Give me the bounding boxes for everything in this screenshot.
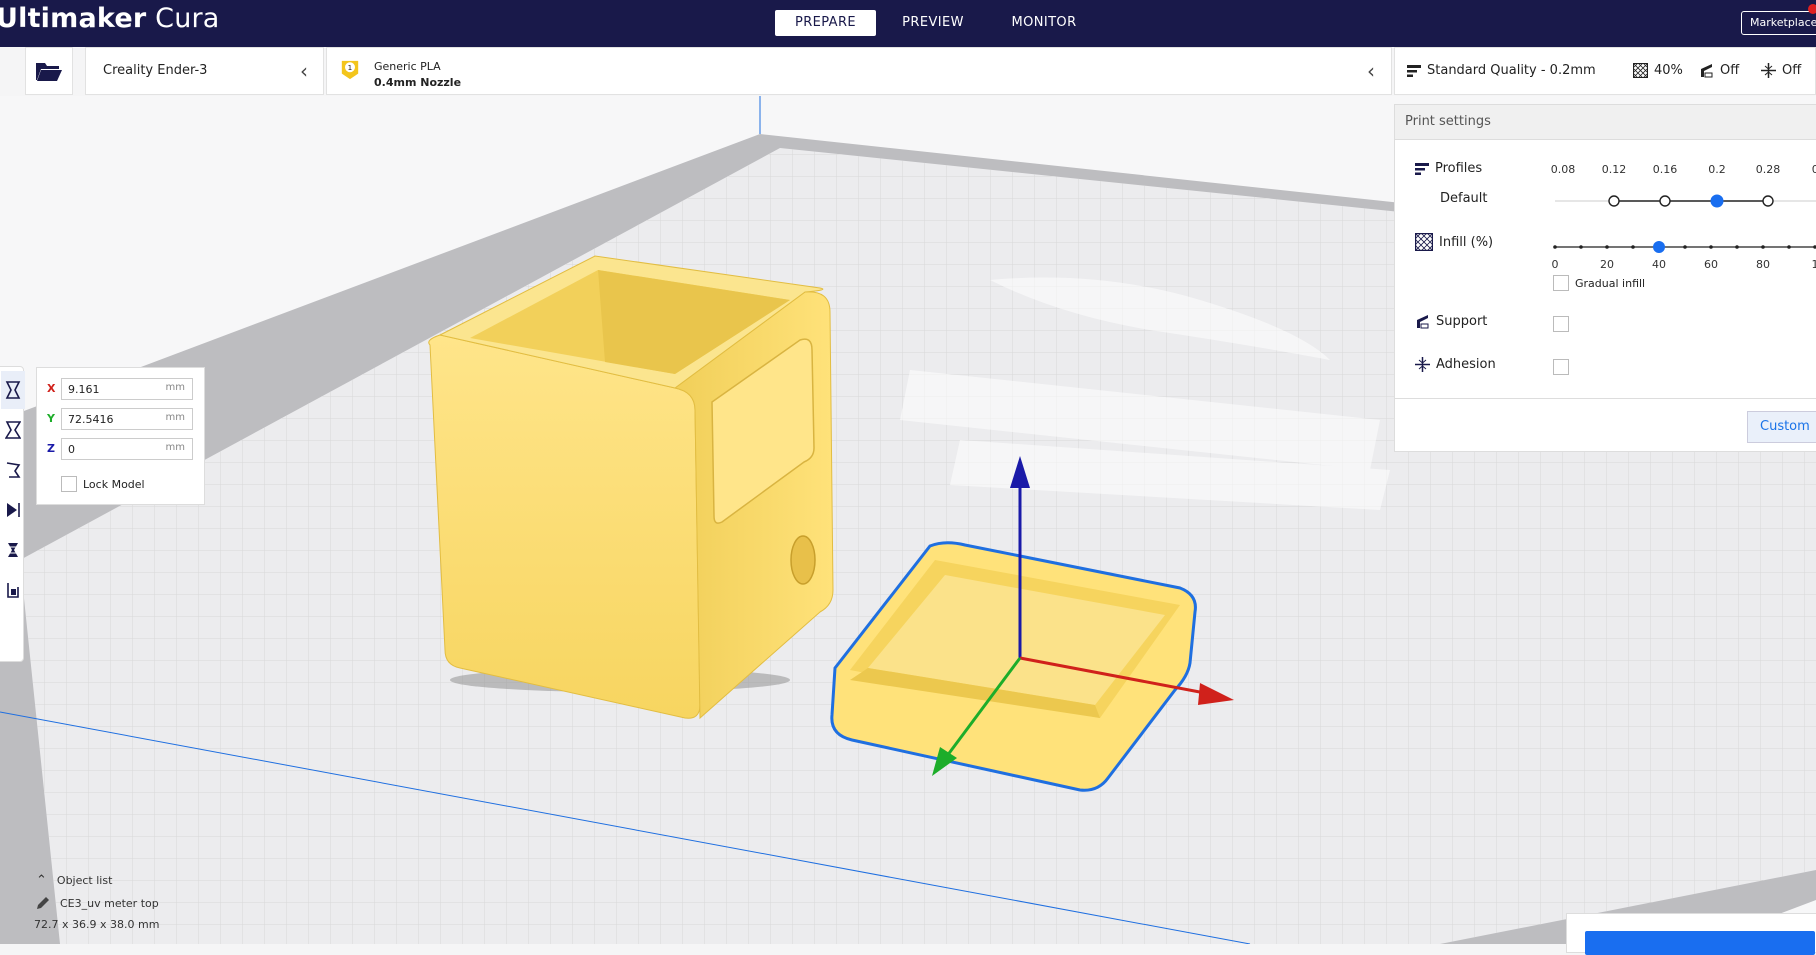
support-blocker-icon xyxy=(5,581,21,599)
rotate-tool-icon xyxy=(5,461,21,479)
adhesion-checkbox[interactable] xyxy=(1553,359,1569,375)
adhesion-row-label: Adhesion xyxy=(1415,357,1496,372)
object-dimensions: 72.7 x 36.9 x 38.0 mm xyxy=(34,918,159,931)
x-unit: mm xyxy=(166,382,185,393)
infill-tick: 60 xyxy=(1704,258,1718,271)
scale-tool-icon xyxy=(5,421,21,439)
adhesion-icon xyxy=(1761,63,1776,78)
y-unit: mm xyxy=(166,412,185,423)
object-list-item[interactable]: CE3_uv meter top xyxy=(36,896,159,910)
pencil-icon xyxy=(36,896,50,910)
open-file-button[interactable] xyxy=(25,47,73,95)
layer-height-selected[interactable] xyxy=(1711,195,1723,207)
lock-model-row: Lock Model xyxy=(61,476,145,492)
gradual-infill-checkbox[interactable] xyxy=(1553,275,1569,291)
tab-preview[interactable]: PREVIEW xyxy=(889,10,977,36)
infill-row-label: Infill (%) xyxy=(1415,233,1493,251)
chevron-up-icon: ⌃ xyxy=(36,873,47,888)
move-tool-button[interactable] xyxy=(1,371,25,409)
tool-bar xyxy=(0,366,24,662)
open-folder-icon xyxy=(35,60,63,82)
notification-dot xyxy=(1808,4,1816,14)
layer-height-option[interactable] xyxy=(1660,196,1670,206)
z-unit: mm xyxy=(166,442,185,453)
material-name: Generic PLA xyxy=(374,60,441,73)
tab-monitor[interactable]: MONITOR xyxy=(994,10,1094,36)
support-row-label: Support xyxy=(1415,314,1487,329)
mirror-tool-icon xyxy=(5,501,21,519)
x-axis-label: X xyxy=(47,382,55,395)
nozzle-name: 0.4mm Nozzle xyxy=(374,76,461,89)
action-panel xyxy=(1566,913,1816,953)
svg-text:1: 1 xyxy=(348,63,353,72)
chevron-left-icon: ‹ xyxy=(300,61,308,81)
print-settings-panel: Print settings Profiles Default 0.08 0.1… xyxy=(1394,104,1816,452)
adhesion-icon xyxy=(1415,357,1430,372)
rotate-tool-button[interactable] xyxy=(1,451,25,489)
gradual-infill-row: Gradual infill xyxy=(1553,275,1645,291)
infill-summary: 40% xyxy=(1633,63,1683,78)
infill-tick: 1 xyxy=(1812,258,1816,271)
layer-height-slider[interactable] xyxy=(1553,193,1816,209)
profiles-row-label: Profiles xyxy=(1415,161,1482,176)
profile-default-label: Default xyxy=(1440,191,1488,206)
support-checkbox[interactable] xyxy=(1553,316,1569,332)
app-title: Ultimaker Cura xyxy=(0,3,220,34)
adhesion-summary: Off xyxy=(1761,63,1801,78)
title-bar: Ultimaker Cura PREPARE PREVIEW MONITOR M… xyxy=(0,0,1816,47)
slice-button[interactable] xyxy=(1585,931,1815,955)
scale-tool-button[interactable] xyxy=(1,411,25,449)
layer-height-option[interactable] xyxy=(1609,196,1619,206)
support-icon xyxy=(1699,63,1714,78)
x-coordinate-row: X 9.161 mm xyxy=(47,378,197,400)
divider xyxy=(1395,398,1816,399)
y-coordinate-row: Y 72.5416 mm xyxy=(47,408,197,430)
move-tool-panel: X 9.161 mm Y 72.5416 mm Z 0 mm Lock Mode… xyxy=(36,367,205,505)
printer-selector[interactable]: Creality Ender-3 ‹ xyxy=(85,47,324,95)
infill-tick: 40 xyxy=(1652,258,1666,271)
layer-height-tick: 0. xyxy=(1812,163,1816,176)
lock-model-label: Lock Model xyxy=(83,478,145,491)
infill-slider[interactable] xyxy=(1553,239,1816,255)
per-model-settings-button[interactable] xyxy=(1,531,25,569)
layer-height-option[interactable] xyxy=(1763,196,1773,206)
layer-height-tick: 0.28 xyxy=(1756,163,1781,176)
z-coordinate-row: Z 0 mm xyxy=(47,438,197,460)
object-list: ⌃ Object list CE3_uv meter top 72.7 x 36… xyxy=(36,873,159,931)
infill-icon xyxy=(1415,233,1433,251)
extruder-badge-icon: 1 xyxy=(340,60,360,80)
quality-summary: Standard Quality - 0.2mm xyxy=(1407,63,1596,78)
z-axis-label: Z xyxy=(47,442,55,455)
printer-name: Creality Ender-3 xyxy=(103,63,207,78)
chevron-left-icon: ‹ xyxy=(1367,61,1375,81)
move-tool-icon xyxy=(5,381,21,399)
per-model-settings-icon xyxy=(5,541,21,559)
object-list-toggle[interactable]: ⌃ Object list xyxy=(36,873,159,888)
y-axis-label: Y xyxy=(47,412,55,425)
infill-tick: 0 xyxy=(1552,258,1559,271)
infill-tick: 80 xyxy=(1756,258,1770,271)
support-blocker-button[interactable] xyxy=(1,571,25,609)
tab-prepare[interactable]: PREPARE xyxy=(775,10,876,36)
print-setup-selector[interactable]: Standard Quality - 0.2mm 40% Off Off xyxy=(1394,47,1816,95)
support-summary: Off xyxy=(1699,63,1739,78)
material-selector[interactable]: 1 Generic PLA 0.4mm Nozzle ‹ xyxy=(326,47,1392,95)
print-settings-title: Print settings xyxy=(1405,114,1491,129)
lock-model-checkbox[interactable] xyxy=(61,476,77,492)
quality-icon xyxy=(1415,162,1429,176)
layer-height-tick: 0.2 xyxy=(1708,163,1726,176)
infill-tick: 20 xyxy=(1600,258,1614,271)
custom-settings-button[interactable]: Custom xyxy=(1747,411,1816,443)
marketplace-button[interactable]: Marketplace xyxy=(1741,11,1816,35)
infill-slider-handle[interactable] xyxy=(1653,241,1665,253)
layer-height-tick: 0.08 xyxy=(1551,163,1576,176)
infill-icon xyxy=(1633,63,1648,78)
mirror-tool-button[interactable] xyxy=(1,491,25,529)
layer-height-tick: 0.16 xyxy=(1653,163,1678,176)
support-icon xyxy=(1415,314,1430,329)
print-settings-header[interactable]: Print settings xyxy=(1395,105,1816,140)
box-model xyxy=(429,256,833,718)
quality-icon xyxy=(1407,64,1421,78)
layer-height-tick: 0.12 xyxy=(1602,163,1627,176)
